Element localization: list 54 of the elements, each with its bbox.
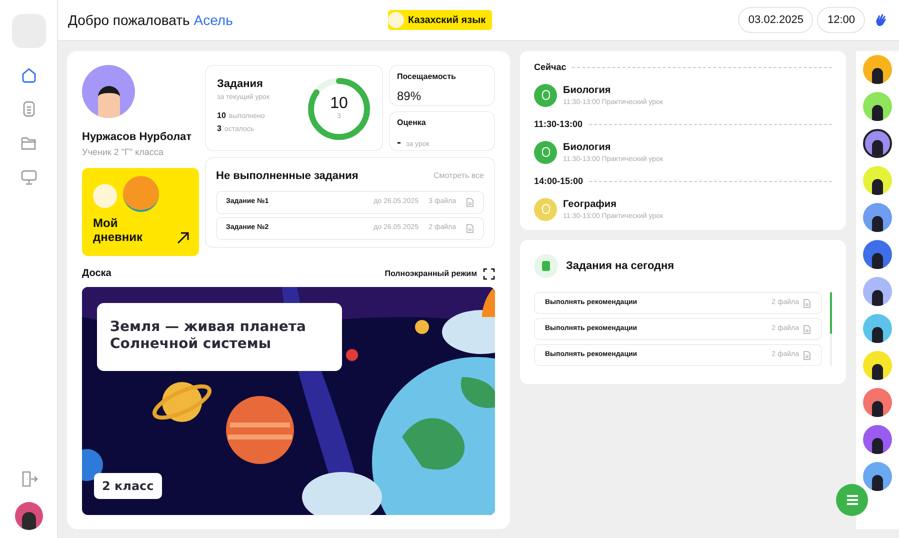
slide-title: Земля — живая планета Солнечной системы bbox=[97, 303, 342, 371]
time-pill: 12:00 bbox=[817, 6, 865, 34]
card-title: Посещаемость bbox=[397, 71, 457, 83]
classmate-avatar[interactable] bbox=[863, 277, 892, 306]
student-class: Ученик 2 "Г" класса bbox=[82, 146, 164, 158]
file-icon bbox=[466, 198, 474, 206]
classmate-avatar[interactable] bbox=[863, 166, 892, 195]
diary-card[interactable]: Мой дневник bbox=[82, 168, 199, 256]
classmate-avatar[interactable] bbox=[863, 388, 892, 417]
schedule-heading: Сейчас bbox=[534, 61, 566, 74]
file-icon bbox=[803, 350, 811, 360]
progress-ring bbox=[307, 77, 371, 141]
date-pill: 03.02.2025 bbox=[738, 6, 814, 34]
waving-hand-icon[interactable] bbox=[873, 12, 889, 28]
subject-name: География bbox=[563, 198, 618, 212]
schedule-heading: 11:30-13:00 bbox=[534, 118, 583, 131]
card-title: Задания на сегодня bbox=[566, 258, 674, 274]
grade-value: - bbox=[397, 134, 401, 151]
attendance-value: 89% bbox=[397, 88, 422, 105]
welcome-title: Добро пожаловать Асель bbox=[68, 10, 234, 30]
subject-name: Биология bbox=[563, 84, 612, 98]
card-title: Не выполненные задания bbox=[216, 169, 358, 184]
classmate-avatar[interactable] bbox=[863, 92, 892, 121]
classmate-avatar[interactable] bbox=[863, 55, 892, 84]
classmate-avatar[interactable] bbox=[863, 425, 892, 454]
classmate-avatar[interactable] bbox=[863, 203, 892, 232]
classmate-avatar[interactable] bbox=[863, 240, 892, 269]
board-title: Доска bbox=[82, 267, 112, 281]
monitor-icon[interactable] bbox=[20, 168, 38, 186]
schedule-heading: 14:00-15:00 bbox=[534, 175, 584, 188]
file-icon bbox=[803, 324, 811, 334]
classmate-avatar[interactable] bbox=[863, 129, 892, 158]
fullscreen-icon bbox=[483, 268, 495, 280]
grade-badge: 2 класс bbox=[94, 473, 162, 499]
home-icon[interactable] bbox=[20, 66, 38, 84]
fullscreen-button[interactable]: Полноэкранный режим bbox=[384, 268, 495, 280]
arrow-icon bbox=[177, 232, 189, 244]
subject-name: Биология bbox=[563, 140, 612, 154]
logout-icon[interactable] bbox=[20, 470, 38, 488]
classmate-avatar[interactable] bbox=[863, 351, 892, 380]
language-badge[interactable]: Казахский язык bbox=[388, 10, 492, 30]
user-avatar[interactable] bbox=[14, 502, 42, 530]
classmate-avatar[interactable] bbox=[863, 462, 892, 491]
done-count: 10 bbox=[217, 110, 226, 122]
scrollbar-thumb[interactable] bbox=[830, 292, 832, 334]
ring-value: 10 bbox=[330, 96, 348, 112]
file-icon bbox=[803, 298, 811, 308]
card-title: Задания bbox=[217, 77, 264, 92]
card-title: Оценка bbox=[397, 117, 427, 129]
file-icon bbox=[466, 224, 474, 232]
classmate-avatar[interactable] bbox=[863, 314, 892, 343]
list-icon bbox=[534, 254, 558, 278]
left-count: 3 bbox=[217, 122, 222, 134]
student-name: Нуржасов Нурболат bbox=[82, 130, 193, 145]
